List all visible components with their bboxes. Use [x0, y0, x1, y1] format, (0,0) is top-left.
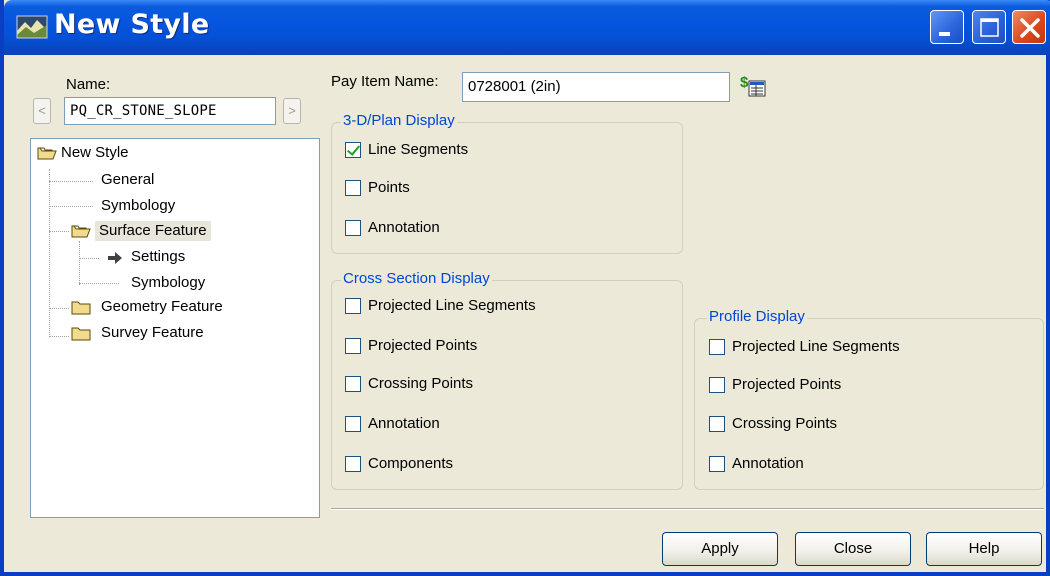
- tree-connector: [79, 283, 119, 284]
- style-tree[interactable]: New Style General Symbology Surface Feat…: [30, 138, 320, 518]
- window-title: New Style: [54, 9, 210, 40]
- plan-line-segments-label: Line Segments: [368, 141, 469, 158]
- folder-icon: [71, 327, 91, 341]
- close-button[interactable]: Close: [795, 532, 911, 566]
- tree-item-surface-feature[interactable]: Surface Feature: [95, 221, 211, 241]
- app-icon: [16, 15, 48, 39]
- profile-projected-points-checkbox[interactable]: [709, 377, 725, 393]
- new-style-dialog: New Style Name: < PQ_CR_STONE_SLOPE > Ne…: [0, 0, 1050, 576]
- pay-item-label: Pay Item Name:: [331, 73, 439, 90]
- tree-connector: [49, 308, 69, 309]
- plan-annotation-checkbox[interactable]: [345, 220, 361, 236]
- tree-connector: [49, 231, 69, 232]
- tree-item-settings[interactable]: Settings: [131, 247, 185, 267]
- profile-projected-line-segments-label: Projected Line Segments: [732, 338, 900, 355]
- help-button[interactable]: Help: [926, 532, 1042, 566]
- folder-icon: [71, 301, 91, 315]
- profile-annotation-label: Annotation: [732, 455, 804, 472]
- cross-crossing-points-checkbox[interactable]: [345, 376, 361, 392]
- profile-projected-line-segments-checkbox[interactable]: [709, 339, 725, 355]
- title-bar[interactable]: New Style: [4, 0, 1050, 55]
- cross-crossing-points-label: Crossing Points: [368, 375, 474, 392]
- tree-item-general[interactable]: General: [101, 170, 154, 190]
- cross-components-checkbox[interactable]: [345, 456, 361, 472]
- cross-projected-line-segments-label: Projected Line Segments: [368, 297, 536, 314]
- plan-display-title: 3-D/Plan Display: [341, 112, 457, 129]
- previous-style-button[interactable]: <: [33, 98, 51, 124]
- tree-connector: [49, 169, 50, 337]
- cross-projected-line-segments-checkbox[interactable]: [345, 298, 361, 314]
- cross-projected-points-label: Projected Points: [368, 337, 478, 354]
- tree-connector: [49, 336, 69, 337]
- tree-item-surface-symbology[interactable]: Symbology: [131, 273, 205, 293]
- tree-item-symbology[interactable]: Symbology: [101, 196, 175, 216]
- tree-item-geometry-feature[interactable]: Geometry Feature: [101, 297, 223, 317]
- button-separator: [331, 508, 1044, 510]
- profile-crossing-points-label: Crossing Points: [732, 415, 838, 432]
- arrow-right-icon: [108, 252, 122, 264]
- tree-connector: [49, 206, 93, 207]
- pay-item-lookup-icon[interactable]: $: [739, 72, 767, 100]
- minimize-button[interactable]: [930, 10, 964, 44]
- pay-item-input[interactable]: 0728001 (2in): [462, 72, 730, 102]
- close-window-button[interactable]: [1012, 10, 1046, 44]
- cross-projected-points-checkbox[interactable]: [345, 338, 361, 354]
- plan-points-label: Points: [368, 179, 410, 196]
- minimize-icon: [939, 32, 950, 36]
- profile-crossing-points-checkbox[interactable]: [709, 416, 725, 432]
- cross-components-label: Components: [368, 455, 454, 472]
- maximize-button[interactable]: [972, 10, 1006, 44]
- tree-connector: [79, 258, 99, 259]
- tree-item-new-style[interactable]: New Style: [61, 143, 129, 163]
- maximize-icon: [980, 18, 999, 37]
- plan-points-checkbox[interactable]: [345, 180, 361, 196]
- apply-button[interactable]: Apply: [662, 532, 778, 566]
- style-name-input[interactable]: PQ_CR_STONE_SLOPE: [64, 97, 276, 125]
- tree-item-survey-feature[interactable]: Survey Feature: [101, 323, 204, 343]
- cross-annotation-checkbox[interactable]: [345, 416, 361, 432]
- svg-text:$: $: [740, 74, 749, 91]
- profile-annotation-checkbox[interactable]: [709, 456, 725, 472]
- close-icon: [1020, 18, 1040, 38]
- name-label: Name:: [66, 76, 111, 93]
- folder-open-icon: [37, 147, 57, 160]
- tree-connector: [49, 181, 93, 182]
- next-style-button[interactable]: >: [283, 98, 301, 124]
- folder-open-icon: [71, 225, 91, 238]
- plan-line-segments-checkbox[interactable]: [345, 142, 361, 158]
- cross-annotation-label: Annotation: [368, 415, 440, 432]
- profile-projected-points-label: Projected Points: [732, 376, 842, 393]
- tree-connector: [79, 241, 80, 285]
- plan-annotation-label: Annotation: [368, 219, 440, 236]
- cross-section-display-title: Cross Section Display: [341, 270, 492, 287]
- profile-display-title: Profile Display: [707, 308, 807, 325]
